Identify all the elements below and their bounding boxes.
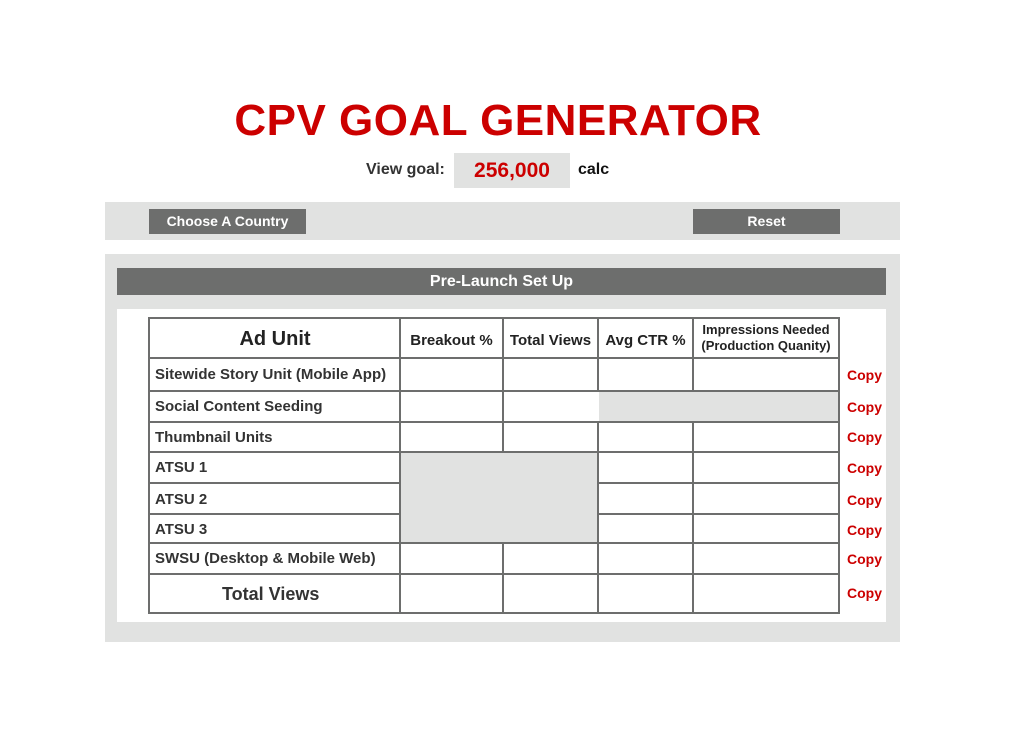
table-input-cell[interactable] — [401, 575, 502, 612]
copy-link[interactable]: Copy — [847, 492, 882, 508]
table-input-cell[interactable] — [694, 423, 838, 451]
table-input-cell[interactable] — [694, 359, 838, 390]
header-breakout: Breakout % — [410, 331, 493, 349]
table-input-cell[interactable] — [401, 544, 502, 573]
table-input-cell[interactable] — [599, 544, 692, 573]
table-input-cell[interactable] — [599, 423, 692, 451]
copy-link[interactable]: Copy — [847, 522, 882, 538]
table-input-cell[interactable] — [599, 575, 692, 612]
header-impressions: Impressions Needed (Production Quanity) — [701, 322, 831, 353]
table-border-left — [148, 317, 150, 614]
calc-button[interactable]: calc — [578, 161, 609, 179]
disabled-region-social-ctr — [599, 391, 839, 422]
view-goal-input[interactable]: 256,000 — [454, 153, 570, 188]
copy-link[interactable]: Copy — [847, 585, 882, 601]
table-input-cell[interactable] — [694, 575, 838, 612]
row-label: Social Content Seeding — [155, 398, 323, 415]
row-label: ATSU 3 — [155, 521, 208, 538]
view-goal-row: View goal: 256,000 calc — [0, 153, 1028, 188]
row-label: Thumbnail Units — [155, 429, 273, 446]
page-title: CPV GOAL GENERATOR — [234, 96, 762, 145]
row-label: SWSU (Desktop & Mobile Web) — [155, 550, 376, 567]
table-input-cell[interactable] — [694, 515, 838, 542]
disabled-region-atsu — [401, 452, 598, 542]
table-divider — [148, 513, 400, 515]
header-ad-unit: Ad Unit — [239, 327, 311, 350]
table-input-cell[interactable] — [694, 544, 838, 573]
table-input-cell[interactable] — [504, 359, 597, 390]
table-input-cell[interactable] — [599, 484, 692, 513]
copy-link[interactable]: Copy — [847, 460, 882, 476]
total-views-label: Total Views — [222, 584, 320, 604]
table-input-cell[interactable] — [504, 423, 597, 451]
table-input-cell[interactable] — [504, 544, 597, 573]
table-border-bottom — [148, 612, 840, 614]
copy-link[interactable]: Copy — [847, 367, 882, 383]
table-input-cell[interactable] — [504, 575, 597, 612]
row-label: ATSU 1 — [155, 459, 208, 476]
table-input-cell[interactable] — [401, 392, 502, 421]
table-input-cell[interactable] — [401, 359, 502, 390]
choose-country-button[interactable]: Choose A Country — [149, 209, 306, 234]
table-divider — [148, 482, 400, 484]
copy-link[interactable]: Copy — [847, 551, 882, 567]
table-input-cell[interactable] — [599, 453, 692, 482]
header-avg-ctr: Avg CTR % — [605, 331, 686, 349]
header-total-views: Total Views — [509, 331, 592, 349]
table-border-right — [838, 317, 840, 614]
table-input-cell[interactable] — [694, 484, 838, 513]
panel-header: Pre-Launch Set Up — [117, 268, 886, 295]
row-label: ATSU 2 — [155, 491, 208, 508]
table-input-cell[interactable] — [504, 392, 597, 421]
table-input-cell[interactable] — [599, 359, 692, 390]
table-input-cell[interactable] — [401, 423, 502, 451]
view-goal-label: View goal: — [366, 161, 445, 178]
toolbar: Choose A Country Reset — [105, 202, 900, 240]
copy-link[interactable]: Copy — [847, 429, 882, 445]
row-label: Sitewide Story Unit (Mobile App) — [155, 366, 387, 383]
table-input-cell[interactable] — [599, 515, 692, 542]
reset-button[interactable]: Reset — [693, 209, 840, 234]
copy-link[interactable]: Copy — [847, 399, 882, 415]
table-input-cell[interactable] — [694, 453, 838, 482]
